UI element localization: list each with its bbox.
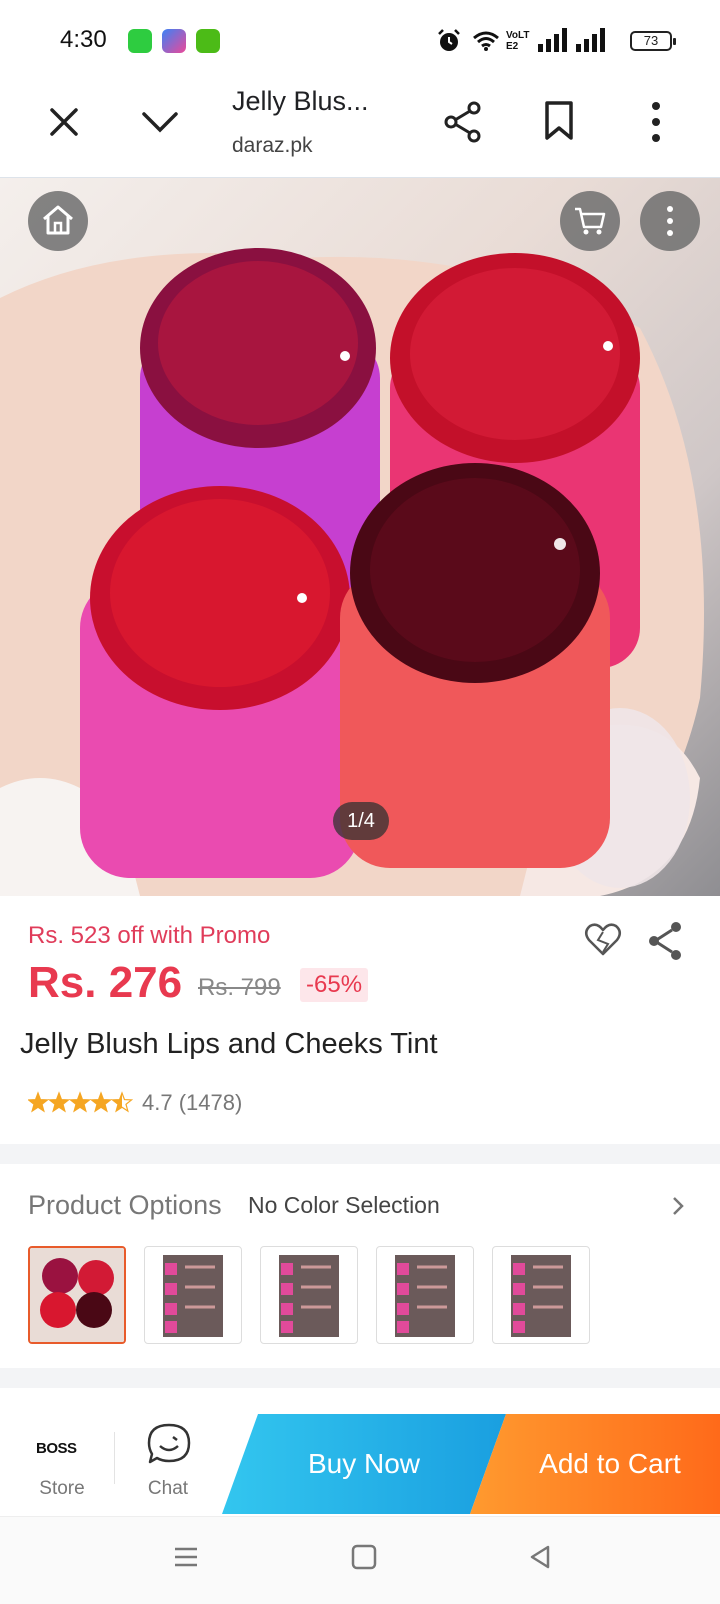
home-button[interactable] [28, 191, 88, 251]
rating-stars[interactable] [28, 1090, 134, 1116]
rating-value[interactable]: 4.7 (1478) [142, 1090, 242, 1116]
option-thumbnail[interactable] [144, 1246, 242, 1344]
alarm-icon [438, 29, 460, 51]
buy-now-button[interactable]: Buy Now [222, 1414, 506, 1514]
options-label: Product Options [28, 1190, 222, 1220]
product-price: Rs. 276 [28, 958, 183, 1007]
star-icon [68, 1091, 92, 1113]
bookmark-icon[interactable] [542, 100, 576, 142]
more-vert-icon[interactable] [644, 100, 668, 144]
image-pager: 1/4 [333, 802, 389, 840]
product-photo [0, 248, 704, 896]
share-icon[interactable] [646, 920, 686, 962]
chevron-down-icon[interactable] [138, 104, 182, 140]
section-divider [0, 1144, 720, 1164]
battery-icon: 73 [630, 31, 676, 51]
cart-button[interactable] [560, 191, 620, 251]
signal-icon [538, 28, 567, 52]
chat-button[interactable]: Chat [128, 1420, 208, 1510]
thumbnail-image [279, 1255, 339, 1337]
chat-label: Chat [147, 1478, 189, 1499]
thumbnail-image [511, 1255, 571, 1337]
store-logo: BOSS [36, 1440, 77, 1457]
product-title: Jelly Blush Lips and Cheeks Tint [20, 1028, 438, 1060]
thumbnail-image [395, 1255, 455, 1337]
home-icon [43, 205, 73, 235]
options-value: No Color Selection [248, 1192, 440, 1218]
section-divider [0, 1368, 720, 1388]
page-url[interactable]: daraz.pk [232, 134, 313, 158]
product-image[interactable]: 1/4 [0, 178, 720, 896]
action-bar: BOSS Store Chat Buy Now Add to Cart [0, 1410, 720, 1516]
option-thumbnail[interactable] [260, 1246, 358, 1344]
network-label: VoLTE2 [506, 30, 530, 52]
more-vert-icon [667, 206, 673, 236]
wifi-icon [473, 31, 499, 51]
star-icon [28, 1091, 50, 1113]
share-icon[interactable] [442, 100, 484, 144]
more-options-button[interactable] [640, 191, 700, 251]
chevron-right-icon [673, 1197, 684, 1215]
page-title: Jelly Blus... [232, 86, 369, 116]
store-button[interactable]: BOSS Store [22, 1420, 102, 1510]
app-blue-icon [162, 29, 186, 53]
menu-icon[interactable] [172, 1543, 200, 1571]
add-to-cart-button[interactable]: Add to Cart [470, 1414, 720, 1514]
app-green-icon [128, 29, 152, 53]
star-icon [47, 1091, 71, 1113]
thumbnail-image [163, 1255, 223, 1337]
back-icon[interactable] [526, 1543, 554, 1571]
status-bar: 4:30 VoLTE2 73 [0, 0, 720, 82]
option-thumbnail[interactable] [376, 1246, 474, 1344]
cart-icon [575, 207, 606, 235]
thumbnail-image [30, 1248, 124, 1342]
home-square-icon[interactable] [350, 1543, 378, 1571]
option-thumbnail[interactable] [28, 1246, 126, 1344]
original-price: Rs. 799 [198, 974, 281, 1001]
star-icon [89, 1091, 113, 1113]
heart-icon[interactable] [584, 922, 622, 958]
store-label: Store [39, 1478, 85, 1499]
rating-score: 4.7 [142, 1090, 173, 1115]
discount-badge: -65% [300, 968, 369, 1002]
status-time: 4:30 [60, 26, 107, 53]
rating-count: (1478) [178, 1090, 243, 1115]
system-nav-bar [0, 1516, 720, 1604]
action-separator [114, 1432, 115, 1484]
promo-text[interactable]: Rs. 523 off with Promo [28, 922, 270, 950]
chat-icon [147, 1423, 191, 1464]
browser-toolbar: Jelly Blus... daraz.pk [0, 82, 720, 178]
app-lime-icon [196, 29, 220, 53]
option-thumbnail[interactable] [492, 1246, 590, 1344]
signal-icon [576, 28, 605, 52]
close-icon[interactable] [44, 102, 84, 142]
star-icon [110, 1091, 134, 1113]
